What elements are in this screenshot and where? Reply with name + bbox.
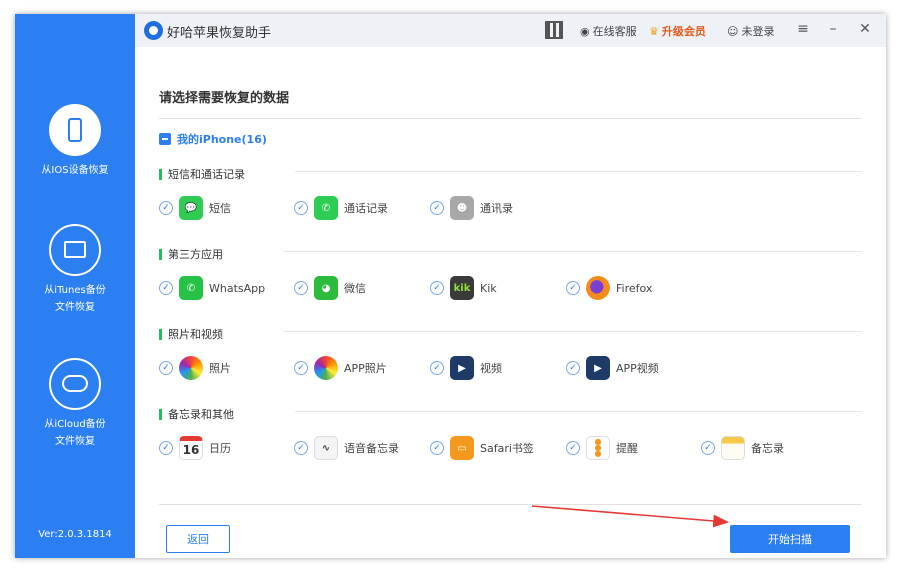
annotation-arrow (531, 505, 730, 528)
